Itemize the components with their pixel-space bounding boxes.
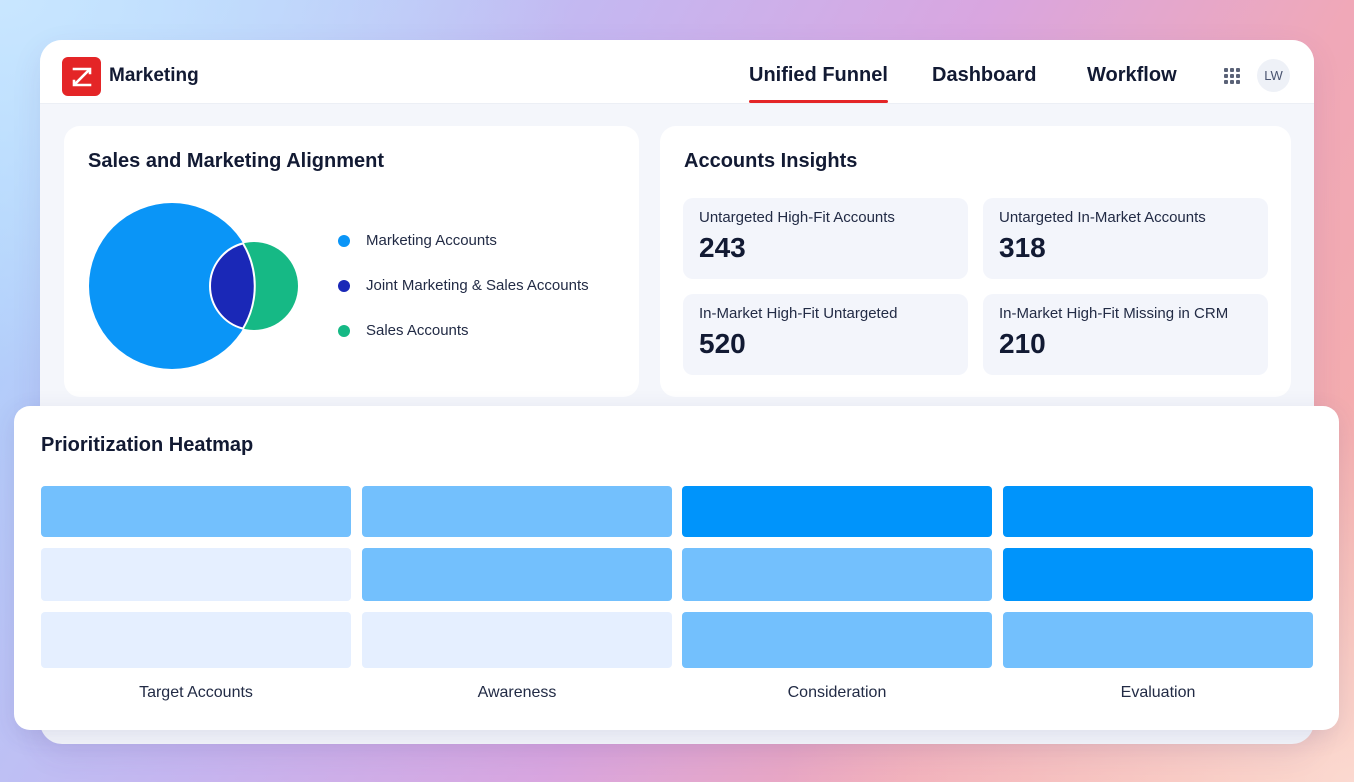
metric-missing-in-crm[interactable]: In-Market High-Fit Missing in CRM 210 [983,294,1268,375]
metric-value: 520 [699,328,746,359]
metric-value: 243 [699,232,746,263]
heatmap-cell[interactable] [41,548,351,601]
heatmap-cell[interactable] [682,612,992,668]
heatmap-cell[interactable] [682,548,992,601]
legend-label: Sales Accounts [366,322,469,339]
legend-joint-accounts: Joint Marketing & Sales Accounts [338,277,589,294]
heatmap-card: Prioritization Heatmap Target Accounts A… [14,406,1339,730]
insights-title: Accounts Insights [684,150,858,172]
heatmap-cell[interactable] [41,612,351,668]
heatmap-cell[interactable] [1003,612,1313,668]
heatmap-cell[interactable] [1003,548,1313,601]
heatmap-cell[interactable] [362,486,672,537]
legend-label: Marketing Accounts [366,232,497,249]
heatmap-column-label: Evaluation [1120,684,1196,701]
tab-workflow[interactable]: Workflow [1087,64,1177,87]
apps-grid-icon[interactable] [1224,68,1240,84]
zoominfo-logo-icon[interactable] [62,57,101,96]
heatmap-cell[interactable] [1003,486,1313,537]
metric-untargeted-high-fit[interactable]: Untargeted High-Fit Accounts 243 [683,198,968,279]
heatmap-cell[interactable] [682,486,992,537]
heatmap-cell[interactable] [41,486,351,537]
app-brand-name: Marketing [109,65,199,86]
top-bar: Marketing Unified Funnel Dashboard Workf… [40,40,1314,104]
metric-value: 210 [999,328,1046,359]
heatmap-column-label: Consideration [787,684,887,701]
metric-label: In-Market High-Fit Missing in CRM [999,305,1229,322]
legend-sales-accounts: Sales Accounts [338,322,469,339]
metric-untargeted-in-market[interactable]: Untargeted In-Market Accounts 318 [983,198,1268,279]
legend-marketing-accounts: Marketing Accounts [338,232,497,249]
legend-dot-joint [338,279,350,292]
venn-diagram [89,203,298,369]
metric-label: Untargeted High-Fit Accounts [699,209,895,226]
metric-label: Untargeted In-Market Accounts [999,209,1206,226]
alignment-card: Sales and Marketing Alignment Marketing … [64,126,639,397]
legend-dot-sales [338,324,350,337]
tab-unified-funnel[interactable]: Unified Funnel [749,64,888,103]
legend-dot-marketing [338,234,350,247]
metric-label: In-Market High-Fit Untargeted [699,305,898,322]
heatmap-cell[interactable] [362,612,672,668]
metric-value: 318 [999,232,1046,263]
metric-in-market-high-fit-untargeted[interactable]: In-Market High-Fit Untargeted 520 [683,294,968,375]
insights-card: Accounts Insights Untargeted High-Fit Ac… [660,126,1291,397]
heatmap-column-label: Awareness [477,684,557,701]
legend-label: Joint Marketing & Sales Accounts [366,277,589,294]
tab-dashboard[interactable]: Dashboard [932,64,1036,87]
heatmap-column-label: Target Accounts [139,684,253,701]
heatmap-cell[interactable] [362,548,672,601]
heatmap-title: Prioritization Heatmap [41,434,254,456]
alignment-title: Sales and Marketing Alignment [88,150,384,172]
user-avatar[interactable]: LW [1257,59,1290,92]
